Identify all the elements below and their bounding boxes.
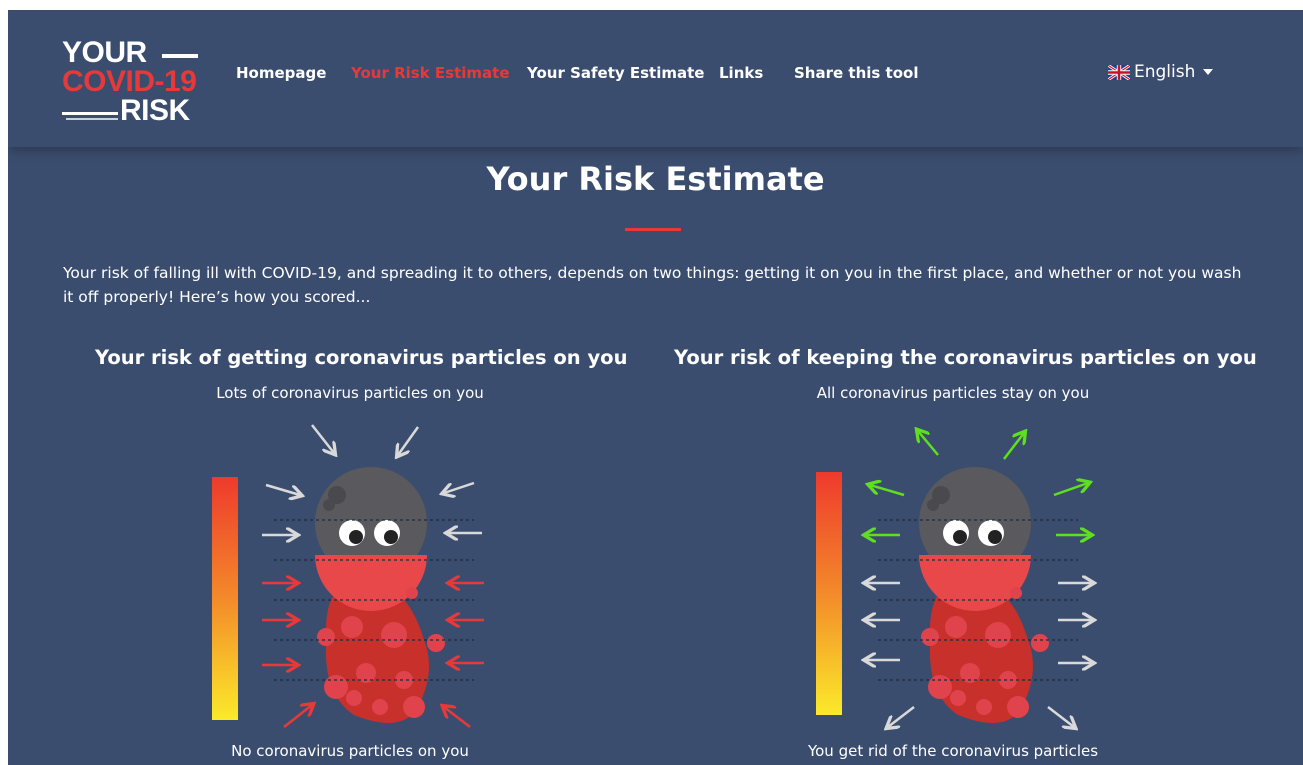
logo-dash (162, 54, 198, 58)
nav-your-risk-estimate[interactable]: Your Risk Estimate (351, 64, 510, 82)
panel-2-top-label: All coronavirus particles stay on you (816, 384, 1090, 402)
logo-line-2: COVID-19 (62, 65, 197, 98)
risk-getting-particles-illustration (212, 424, 484, 728)
risk-gradient-bar (816, 472, 842, 715)
intro-text: Your risk of falling ill with COVID-19, … (63, 264, 1242, 306)
panel-1-title: Your risk of getting coronavirus particl… (95, 346, 628, 369)
language-label: English (1134, 62, 1196, 82)
uk-flag-icon (1108, 64, 1130, 80)
chevron-down-icon (1203, 69, 1214, 75)
navbar: YOUR COVID-19 RISK Homepage Your Risk Es… (8, 10, 1303, 147)
logo-dash (66, 118, 118, 120)
logo-line-1: YOUR (62, 36, 147, 69)
logo-dash (62, 112, 118, 115)
panel-2-bottom-label: You get rid of the coronavirus particles (807, 742, 1099, 760)
nav-your-safety-estimate[interactable]: Your Safety Estimate (527, 64, 704, 82)
nav-share-this-tool[interactable]: Share this tool (794, 64, 918, 82)
nav-links[interactable]: Links (719, 64, 763, 82)
logo-line-3: RISK (120, 94, 190, 127)
language-dropdown[interactable]: English (1108, 62, 1214, 82)
panel-1-bottom-label: No coronavirus particles on you (231, 742, 469, 760)
logo[interactable]: YOUR COVID-19 RISK (62, 38, 212, 128)
risk-keeping-particles-illustration (816, 415, 1108, 735)
page-title: Your Risk Estimate (486, 160, 825, 198)
panel-1-top-label: Lots of coronavirus particles on you (216, 384, 484, 402)
page: YOUR COVID-19 RISK Homepage Your Risk Es… (8, 10, 1303, 765)
title-underline (625, 228, 681, 231)
nav-homepage[interactable]: Homepage (236, 64, 326, 82)
risk-gradient-bar (212, 477, 238, 720)
panel-2-title: Your risk of keeping the coronavirus par… (674, 346, 1257, 369)
